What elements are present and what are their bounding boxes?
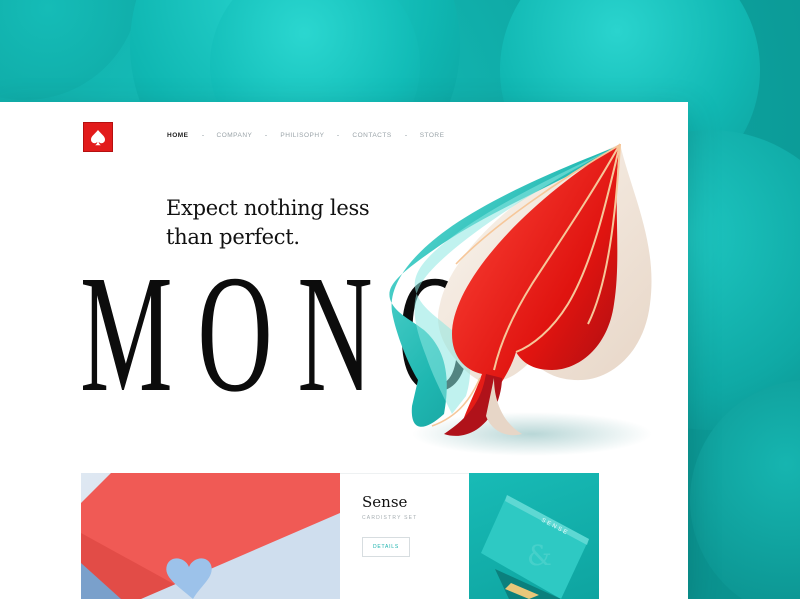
- nav-separator: [265, 135, 268, 136]
- card-box-icon: & SENSE: [481, 495, 589, 599]
- svg-text:&: &: [527, 539, 552, 572]
- product-subtitle: CARDISTRY SET: [362, 515, 418, 521]
- nav-separator: [337, 135, 340, 136]
- tagline-line-1: Expect nothing less: [166, 196, 370, 220]
- product-title: Sense: [362, 493, 408, 511]
- product-image-box[interactable]: & SENSE: [469, 473, 599, 599]
- product-image-heart[interactable]: [81, 473, 340, 599]
- logo[interactable]: [83, 122, 113, 152]
- nav-separator: [201, 135, 204, 136]
- nav-home[interactable]: HOME: [167, 132, 189, 139]
- website-card: HOME COMPANY PHILISOPHY CONTACTS STORE E…: [0, 102, 688, 599]
- heart-sculpture-icon: [81, 473, 340, 599]
- spade-sculpture-icon: [389, 143, 652, 456]
- nav-company[interactable]: COMPANY: [217, 132, 253, 139]
- product-info: Sense CARDISTRY SET DETAILS: [340, 473, 469, 599]
- details-button[interactable]: DETAILS: [362, 537, 410, 557]
- nav-philosophy[interactable]: PHILISOPHY: [280, 132, 324, 139]
- bubble: [0, 0, 140, 100]
- spade-icon: [91, 129, 105, 145]
